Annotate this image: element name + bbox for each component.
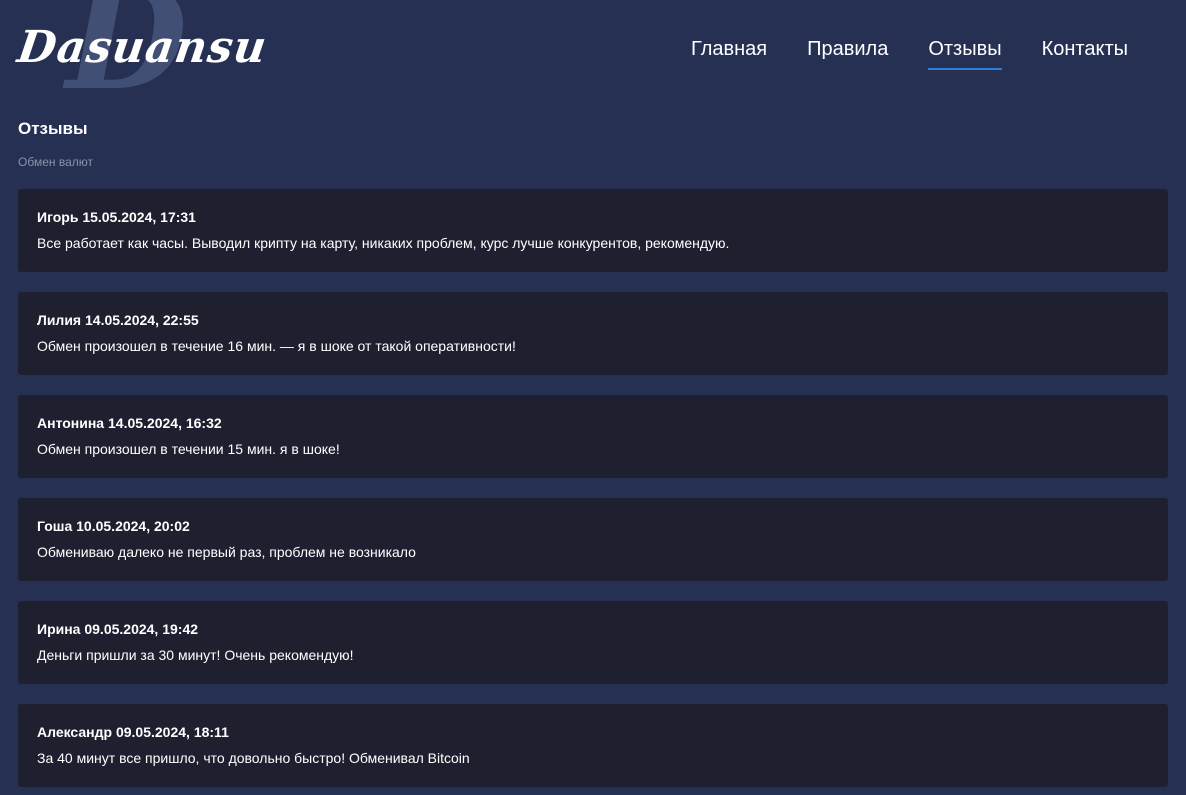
- review-author: Александр: [37, 724, 113, 740]
- review-header: Гоша 10.05.2024, 20:02: [37, 517, 1149, 535]
- review-card: Гоша 10.05.2024, 20:02 Обмениваю далеко …: [18, 498, 1168, 581]
- logo-text: Dasuansu: [14, 22, 271, 73]
- breadcrumb: Обмен валют: [18, 155, 93, 169]
- review-card: Ирина 09.05.2024, 19:42 Деньги пришли за…: [18, 601, 1168, 684]
- review-date: 14.05.2024, 16:32: [108, 415, 222, 431]
- review-card: Александр 09.05.2024, 18:11 За 40 минут …: [18, 704, 1168, 787]
- nav-item-contacts[interactable]: Контакты: [1042, 38, 1128, 70]
- review-author: Гоша: [37, 518, 73, 534]
- site-header: D Dasuansu Главная Правила Отзывы Контак…: [0, 0, 1186, 110]
- review-date: 09.05.2024, 19:42: [84, 621, 199, 637]
- review-date: 14.05.2024, 22:55: [85, 312, 199, 328]
- review-card: Игорь 15.05.2024, 17:31 Все работает как…: [18, 189, 1168, 272]
- main-nav: Главная Правила Отзывы Контакты: [691, 38, 1128, 70]
- review-text: Обмениваю далеко не первый раз, проблем …: [37, 544, 416, 560]
- review-author: Лилия: [37, 312, 82, 328]
- review-text: Все работает как часы. Выводил крипту на…: [37, 235, 730, 251]
- review-card: Антонина 14.05.2024, 16:32 Обмен произош…: [18, 395, 1168, 478]
- nav-item-reviews[interactable]: Отзывы: [928, 38, 1002, 70]
- reviews-list: Игорь 15.05.2024, 17:31 Все работает как…: [18, 189, 1168, 795]
- site-logo[interactable]: D Dasuansu: [14, 0, 270, 110]
- review-author: Игорь: [37, 209, 79, 225]
- review-header: Лилия 14.05.2024, 22:55: [37, 311, 1149, 329]
- review-text: Обмен произошел в течение 16 мин. — я в …: [37, 338, 516, 354]
- review-author: Ирина: [37, 621, 81, 637]
- review-date: 09.05.2024, 18:11: [115, 724, 229, 740]
- review-author: Антонина: [37, 415, 105, 431]
- page-title: Отзывы: [18, 119, 88, 138]
- review-card: Лилия 14.05.2024, 22:55 Обмен произошел …: [18, 292, 1168, 375]
- review-header: Ирина 09.05.2024, 19:42: [37, 620, 1149, 638]
- review-header: Александр 09.05.2024, 18:11: [37, 723, 1149, 741]
- review-date: 10.05.2024, 20:02: [76, 518, 190, 534]
- review-text: Деньги пришли за 30 минут! Очень рекомен…: [37, 647, 354, 663]
- review-text: Обмен произошел в течении 15 мин. я в шо…: [37, 441, 340, 457]
- review-header: Антонина 14.05.2024, 16:32: [37, 414, 1149, 432]
- review-header: Игорь 15.05.2024, 17:31: [37, 208, 1149, 226]
- review-text: За 40 минут все пришло, что довольно быс…: [37, 750, 470, 766]
- nav-item-home[interactable]: Главная: [691, 38, 767, 70]
- review-date: 15.05.2024, 17:31: [82, 209, 196, 225]
- nav-item-rules[interactable]: Правила: [807, 38, 888, 70]
